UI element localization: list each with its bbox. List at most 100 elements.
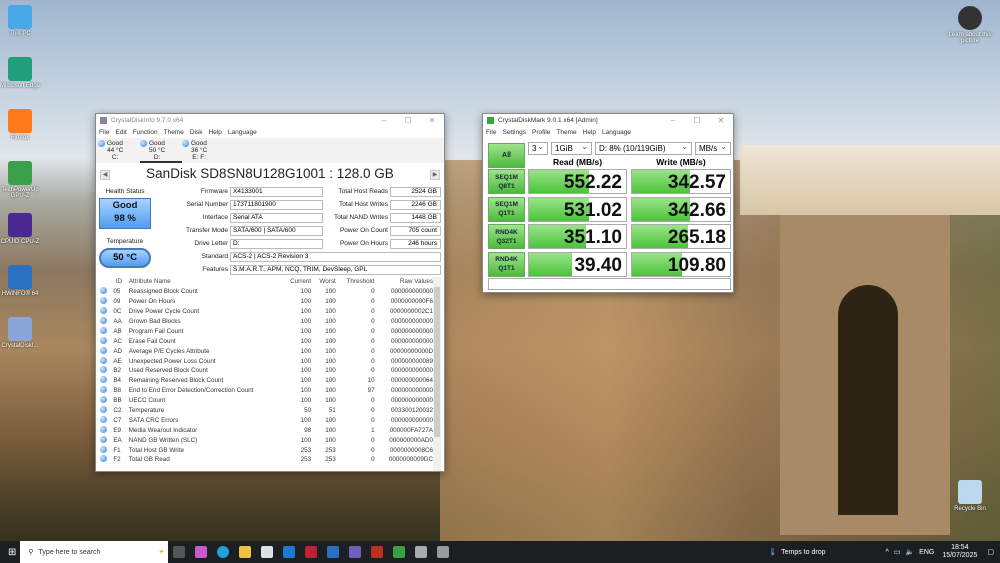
column-header[interactable]: Attribute Name bbox=[127, 277, 283, 287]
menu-theme[interactable]: Theme bbox=[556, 129, 576, 136]
crystaldiskinfo-icon[interactable] bbox=[415, 546, 428, 558]
notifications-icon[interactable]: ▢ bbox=[987, 548, 994, 556]
desktop-icon[interactable]: Firefox bbox=[0, 109, 45, 141]
table-row[interactable]: 05 Reassigned Block Count 100 100 0 000000000… bbox=[98, 287, 435, 297]
maximize-button[interactable]: ☐ bbox=[396, 116, 420, 125]
table-row[interactable]: E9 Media Wearout Indicator 98 100 1 000000FA7… bbox=[98, 425, 435, 435]
desktop-icon[interactable]: This PC bbox=[0, 5, 45, 37]
table-row[interactable]: AC Erase Fail Count 100 100 0 000000000000 bbox=[98, 336, 435, 346]
hwinfo-icon[interactable] bbox=[327, 546, 340, 558]
test-button[interactable]: RND4K Q32T1 bbox=[488, 224, 525, 249]
table-row[interactable]: C2 Temperature 50 51 0 003300120032 bbox=[98, 406, 435, 416]
tray-chevron-icon[interactable]: ^ bbox=[886, 549, 889, 556]
mail-icon[interactable] bbox=[283, 546, 296, 558]
column-header[interactable]: Worst bbox=[313, 277, 338, 287]
file-explorer-icon[interactable] bbox=[239, 546, 252, 558]
field-value: 2524 GB bbox=[390, 187, 441, 197]
desktop-icon[interactable]: TechPowerUp GPU-Z bbox=[0, 161, 45, 199]
cell: 97 bbox=[367, 387, 375, 395]
table-row[interactable]: B8 End to End Error Detection/Correction … bbox=[98, 386, 435, 396]
menu-edit[interactable]: Edit bbox=[115, 129, 126, 136]
menu-theme[interactable]: Theme bbox=[164, 129, 184, 136]
table-row[interactable]: AE Unexpected Power Loss Count 100 100 0 0000… bbox=[98, 356, 435, 366]
size-select[interactable]: 1GiB bbox=[551, 141, 592, 155]
table-row[interactable]: F1 Total Host GB Write 253 253 0 0000000008C6 bbox=[98, 445, 435, 455]
table-row[interactable]: AD Average P/E Cycles Attribute 100 100 0 000… bbox=[98, 346, 435, 356]
language-indicator[interactable]: ENG bbox=[919, 549, 934, 556]
desktop-icon[interactable]: CrystalDiskI... bbox=[0, 317, 45, 349]
learn-about-picture[interactable]: Learn about this picture bbox=[945, 6, 995, 44]
menu-file[interactable]: File bbox=[486, 129, 496, 136]
menu-help[interactable]: Help bbox=[209, 129, 222, 136]
next-disk-button[interactable]: ▶ bbox=[430, 170, 440, 180]
start-button[interactable]: ⊞ bbox=[8, 547, 16, 558]
health-status-button[interactable]: Good 98 % bbox=[99, 198, 151, 229]
disk-tab[interactable]: Good 50 °C D: bbox=[140, 138, 182, 163]
app-icon-red[interactable] bbox=[305, 546, 318, 558]
minimize-button[interactable]: – bbox=[661, 116, 685, 125]
table-row[interactable]: F2 Total GB Read 253 253 0 0000000009DC bbox=[98, 455, 435, 465]
menu-settings[interactable]: Settings bbox=[502, 129, 526, 136]
edge-icon[interactable] bbox=[217, 546, 230, 558]
column-header[interactable]: Current bbox=[283, 277, 313, 287]
read-result: 552.22 bbox=[528, 169, 627, 194]
table-row[interactable]: B2 Used Reserved Block Count 100 100 0 000000… bbox=[98, 366, 435, 376]
cell: Unexpected Power Loss Count bbox=[128, 357, 216, 365]
table-row[interactable]: B4 Remaining Reserved Block Count 100 100 10… bbox=[98, 376, 435, 386]
maximize-button[interactable]: ☐ bbox=[685, 116, 709, 125]
disk-tab[interactable]: Good 36 °C E: F: bbox=[182, 138, 224, 163]
app-icon bbox=[100, 117, 107, 124]
cell: Grown Bad Blocks bbox=[128, 318, 181, 325]
menu-function[interactable]: Function bbox=[133, 129, 158, 136]
minimize-button[interactable]: – bbox=[372, 116, 396, 125]
menu-help[interactable]: Help bbox=[583, 129, 596, 136]
status-dot-icon bbox=[100, 346, 107, 354]
run-all-button[interactable]: All bbox=[488, 143, 525, 168]
test-button[interactable]: SEQ1M Q8T1 bbox=[488, 169, 525, 194]
cell: 000000000000 bbox=[390, 318, 433, 325]
table-row[interactable]: 09 Power On Hours 100 100 0 0000000000F6 bbox=[98, 297, 435, 307]
cpuz-icon[interactable] bbox=[371, 546, 384, 558]
test-button[interactable]: SEQ1M Q1T1 bbox=[488, 196, 525, 222]
table-row[interactable]: 0C Drive Power Cycle Count 100 100 0 00000000… bbox=[98, 307, 435, 317]
table-scrollbar[interactable] bbox=[433, 277, 441, 471]
desktop-icon[interactable]: Microsoft Edge bbox=[0, 57, 45, 89]
table-row[interactable]: C7 SATA CRC Errors 100 100 0 000000000000 bbox=[98, 415, 435, 425]
task-view-icon[interactable] bbox=[173, 546, 186, 558]
field-value: SATA/600 | SATA/600 bbox=[230, 226, 323, 236]
close-button[interactable]: ✕ bbox=[709, 116, 733, 125]
recycle-bin[interactable]: Recycle Bin bbox=[945, 480, 995, 512]
disk-tab[interactable]: Good 44 °C C: bbox=[98, 138, 140, 163]
drive-select[interactable]: D: 8% (10/119GiB) bbox=[595, 141, 692, 155]
search-box[interactable]: ⚲ Type here to search ✦ bbox=[20, 541, 169, 563]
menu-profile[interactable]: Profile bbox=[532, 129, 550, 136]
status-dot-icon bbox=[140, 140, 147, 147]
copilot-app-icon[interactable] bbox=[195, 546, 208, 558]
menu-language[interactable]: Language bbox=[228, 129, 257, 136]
volume-icon[interactable]: 🔈 bbox=[905, 548, 914, 556]
table-row[interactable]: EA NAND GB Written (SLC) 100 100 0 000000000A… bbox=[98, 435, 435, 445]
column-header[interactable]: Raw Values bbox=[377, 277, 435, 287]
crystaldiskmark-icon[interactable] bbox=[393, 546, 406, 558]
count-select[interactable]: 3 bbox=[528, 141, 548, 155]
store-icon[interactable] bbox=[261, 546, 274, 558]
column-header[interactable]: Threshold bbox=[338, 277, 377, 287]
gpuz-icon[interactable] bbox=[437, 546, 450, 558]
close-button[interactable]: ✕ bbox=[420, 116, 444, 125]
table-row[interactable]: BB UECC Count 100 100 0 000000000000 bbox=[98, 396, 435, 406]
menu-disk[interactable]: Disk bbox=[190, 129, 203, 136]
clock[interactable]: 18:54 15/07/2025 bbox=[942, 544, 977, 560]
unit-select[interactable]: MB/s bbox=[695, 141, 731, 155]
desktop-icon[interactable]: CPUID CPU-Z bbox=[0, 213, 45, 245]
column-header[interactable]: ID bbox=[111, 277, 126, 287]
menu-file[interactable]: File bbox=[99, 129, 109, 136]
table-row[interactable]: AA Grown Bad Blocks 100 100 0 000000000000 bbox=[98, 317, 435, 327]
desktop-icon[interactable]: HWiNFO® 64 bbox=[0, 265, 45, 297]
test-button[interactable]: RND4K Q1T1 bbox=[488, 251, 525, 277]
menu-language[interactable]: Language bbox=[602, 129, 631, 136]
app-icon-purple[interactable] bbox=[349, 546, 362, 558]
weather-text[interactable]: Temps to drop bbox=[781, 549, 825, 556]
network-icon[interactable]: ▭ bbox=[894, 548, 901, 556]
table-row[interactable]: AB Program Fail Count 100 100 0 000000000000 bbox=[98, 326, 435, 336]
temperature-button[interactable]: 50 °C bbox=[99, 248, 151, 268]
